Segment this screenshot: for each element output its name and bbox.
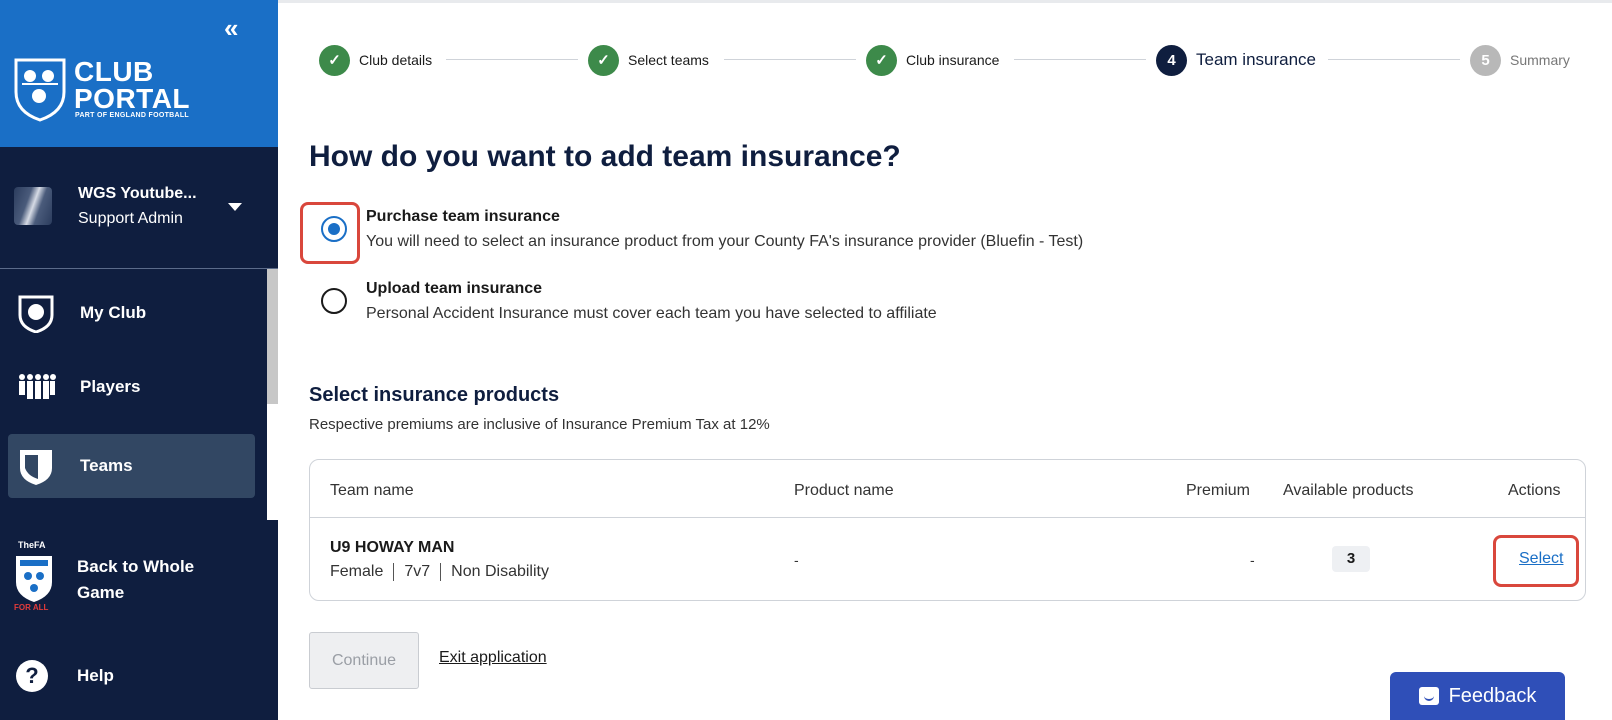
divider — [393, 563, 395, 581]
column-header-product-name: Product name — [794, 482, 894, 499]
upload-insurance-description: Personal Accident Insurance must cover e… — [366, 305, 937, 322]
table-divider — [310, 517, 1585, 518]
brand-title-line2: PORTAL — [74, 83, 191, 114]
team-meta: Female 7v7 Non Disability — [330, 563, 549, 581]
back-to-whole-game-link[interactable]: TheFA FOR ALL Back to Whole Game — [8, 540, 255, 620]
team-disability: Non Disability — [451, 563, 549, 580]
fa-crest-icon — [16, 556, 52, 602]
sidebar-item-label: My Club — [80, 303, 147, 322]
step-club-details[interactable]: ✓ Club details — [319, 44, 432, 76]
upload-insurance-title[interactable]: Upload team insurance — [366, 280, 542, 298]
select-product-link[interactable]: Select — [1519, 550, 1563, 568]
sidebar-item-my-club[interactable]: My Club — [8, 281, 255, 345]
brand-title: CLUB PORTAL — [74, 56, 191, 114]
user-name: WGS Youtube... — [78, 185, 197, 202]
step-label: Club insurance — [906, 52, 1000, 68]
sidebar: « CLUB PORTAL PART OF ENGLAND FOOTBALL W… — [0, 0, 278, 720]
product-name-cell: - — [794, 552, 799, 568]
sidebar-item-teams[interactable]: Teams — [8, 434, 255, 498]
step-connector — [1014, 59, 1146, 60]
brand-subtitle: PART OF ENGLAND FOOTBALL — [75, 112, 190, 119]
checkmark-icon: ✓ — [319, 44, 350, 76]
club-shield-icon — [18, 295, 54, 333]
column-header-available-products: Available products — [1283, 482, 1414, 499]
brand-header: « CLUB PORTAL PART OF ENGLAND FOOTBALL — [0, 0, 278, 147]
chevron-down-icon — [228, 203, 242, 211]
sidebar-item-label: Teams — [80, 456, 133, 475]
column-header-actions: Actions — [1508, 482, 1561, 499]
step-club-insurance[interactable]: ✓ Club insurance — [866, 44, 999, 76]
premium-cell: - — [1250, 552, 1255, 568]
column-header-team-name: Team name — [330, 482, 414, 499]
feedback-button[interactable]: Feedback — [1390, 672, 1565, 720]
purchase-insurance-description: You will need to select an insurance pro… — [366, 233, 1084, 250]
collapse-sidebar-icon[interactable]: « — [224, 15, 252, 41]
step-summary: 5 Summary — [1470, 44, 1570, 76]
section-title: Select insurance products — [309, 384, 560, 406]
team-format: 7v7 — [404, 563, 431, 580]
user-role: Support Admin — [78, 210, 183, 227]
step-select-teams[interactable]: ✓ Select teams — [588, 44, 709, 76]
step-number: 5 — [1470, 44, 1501, 76]
top-border — [278, 0, 1612, 3]
team-gender: Female — [330, 563, 384, 580]
continue-button[interactable]: Continue — [309, 632, 419, 689]
help-icon: ? — [16, 660, 48, 692]
fa-crest-label: TheFA — [18, 540, 46, 550]
players-icon — [19, 374, 56, 399]
checkmark-icon: ✓ — [866, 44, 897, 76]
section-subtitle: Respective premiums are inclusive of Ins… — [309, 416, 770, 433]
team-name: U9 HOWAY MAN — [330, 539, 455, 556]
feedback-smile-icon — [1418, 687, 1439, 705]
page-title: How do you want to add team insurance? — [309, 140, 901, 173]
step-number: 4 — [1156, 44, 1187, 76]
purchase-insurance-title[interactable]: Purchase team insurance — [366, 208, 560, 226]
step-label: Club details — [359, 52, 433, 68]
teams-shield-icon — [20, 450, 52, 485]
step-connector — [446, 59, 578, 60]
available-products-badge: 3 — [1332, 546, 1370, 572]
sidebar-item-help[interactable]: ? Help — [8, 656, 255, 696]
purchase-insurance-radio[interactable] — [321, 216, 347, 242]
avatar — [14, 187, 52, 225]
back-to-whole-game-label: Back to Whole Game — [77, 557, 195, 602]
checkmark-icon: ✓ — [588, 44, 619, 76]
column-header-premium: Premium — [1186, 482, 1251, 499]
divider — [440, 563, 442, 581]
three-lions-logo-icon — [14, 58, 66, 122]
sidebar-scrollbar-thumb[interactable] — [267, 269, 278, 404]
sidebar-item-label: Players — [80, 377, 141, 396]
step-label: Team insurance — [1196, 50, 1317, 69]
fa-crest-tagline: FOR ALL — [14, 603, 49, 612]
sidebar-item-players[interactable]: Players — [8, 355, 255, 419]
step-label: Summary — [1510, 52, 1570, 68]
step-label: Select teams — [628, 52, 709, 68]
step-team-insurance: 4 Team insurance — [1156, 44, 1316, 76]
step-connector — [724, 59, 856, 60]
brand-title-line1: CLUB — [74, 56, 154, 87]
step-connector — [1328, 59, 1460, 60]
feedback-label: Feedback — [1448, 684, 1537, 707]
help-label: Help — [77, 666, 114, 685]
user-switcher[interactable]: WGS Youtube... Support Admin — [0, 147, 278, 269]
upload-insurance-radio[interactable] — [321, 288, 347, 314]
exit-application-link[interactable]: Exit application — [439, 649, 547, 667]
insurance-products-table: Team name Product name Premium Available… — [309, 459, 1586, 601]
